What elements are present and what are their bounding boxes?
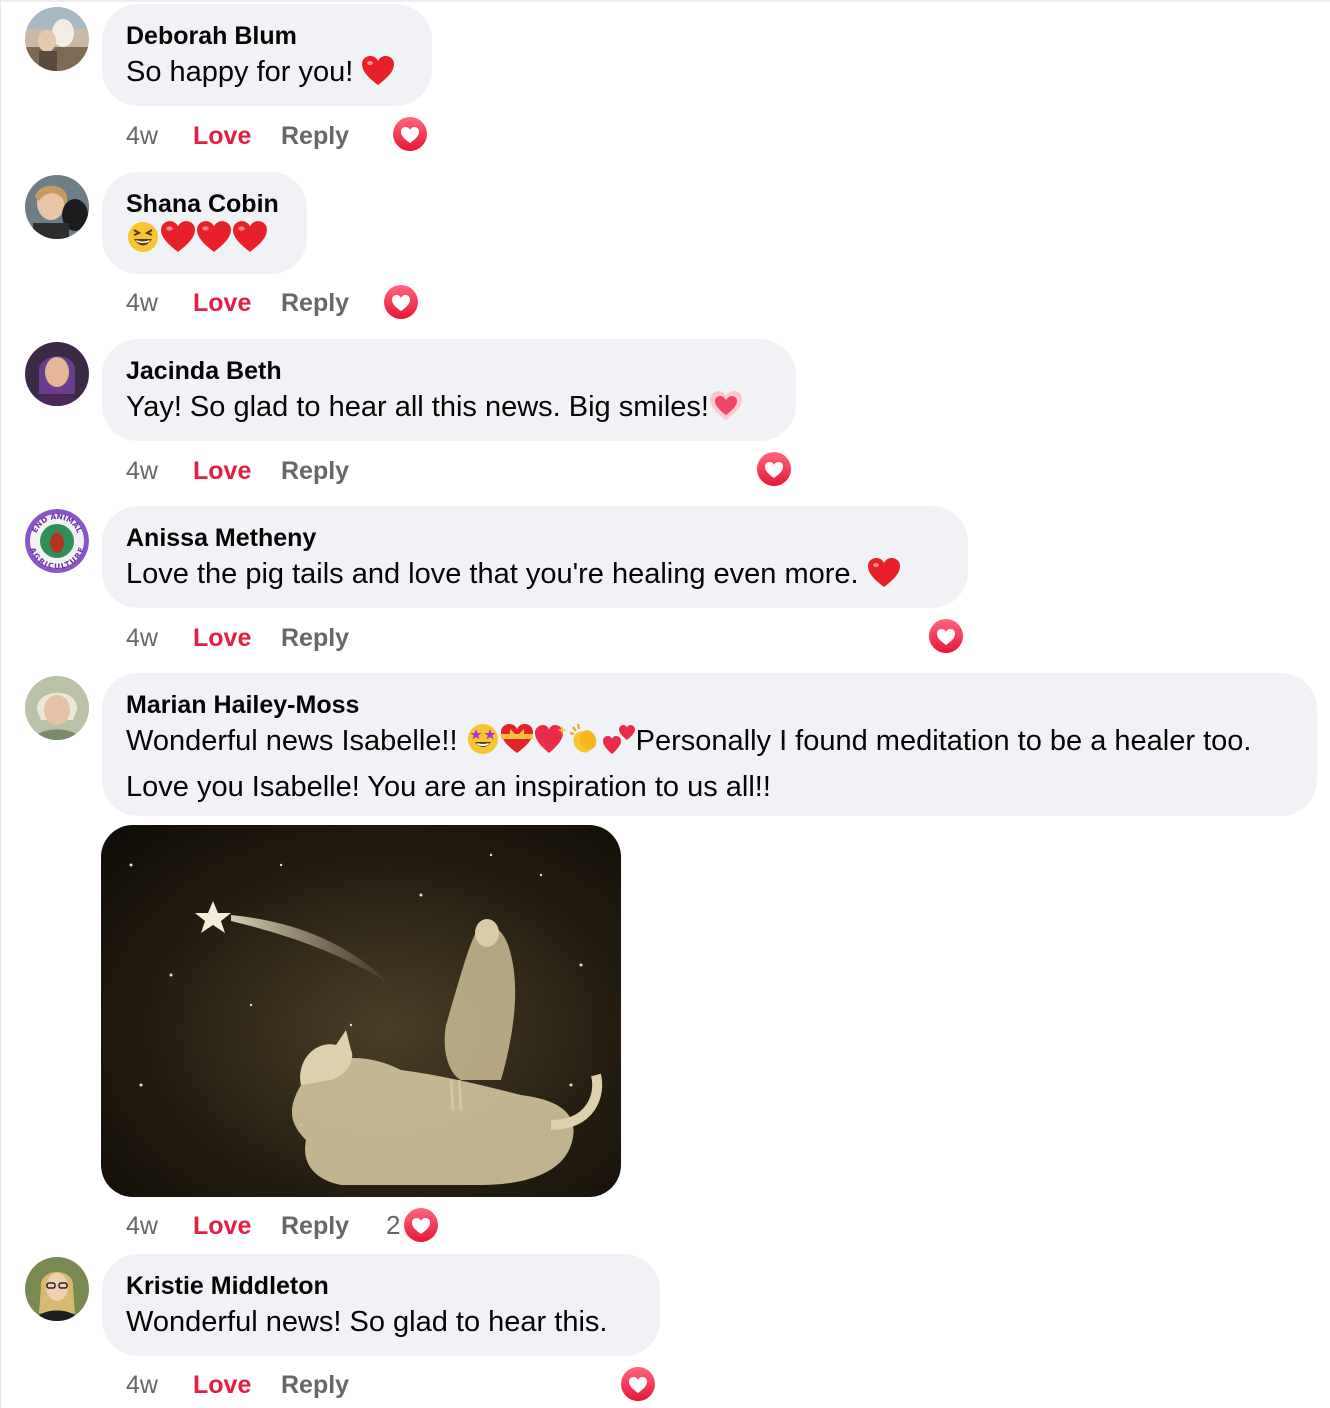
comment-text: Yay! So glad to hear all this news. Big … [126,387,772,433]
comment-time[interactable]: 4w [126,1212,193,1241]
love-button[interactable]: Love [193,624,281,653]
comment-actions: 4w Love Reply [126,618,349,658]
comment-author[interactable]: Kristie Middleton [126,1270,636,1302]
avatar-deborah-blum[interactable] [25,7,89,71]
comment-actions: 4w Love Reply [126,1206,349,1246]
comment-bubble: Jacinda Beth Yay! So glad to hear all th… [102,339,796,441]
reply-button[interactable]: Reply [281,457,349,486]
emoji-row [466,722,636,767]
heart-with-ribbon-emoji-icon [500,722,534,767]
laughing-face-emoji-icon [126,220,160,265]
comment-author[interactable]: Deborah Blum [126,20,408,52]
comment-bubble: Deborah Blum So happy for you! [102,4,432,106]
red-heart-emoji-icon [232,220,268,265]
reaction-count[interactable]: 2 [386,1210,400,1241]
comment-attachment-image[interactable] [101,825,621,1197]
sparkling-heart-emoji-icon [534,722,568,767]
left-edge-divider [0,0,1,1408]
heart-reaction-icon[interactable] [391,115,429,153]
red-heart-emoji-icon [867,557,901,600]
reply-button[interactable]: Reply [281,289,349,318]
comment-author[interactable]: Jacinda Beth [126,355,772,387]
comment-time[interactable]: 4w [126,289,193,318]
love-button[interactable]: Love [193,457,281,486]
reply-button[interactable]: Reply [281,122,349,151]
comment-actions: 4w Love Reply [126,116,349,156]
heart-reaction-icon[interactable] [619,1365,657,1403]
emoji-row [126,220,268,265]
reaction-summary[interactable]: 2 [386,1205,441,1245]
reaction-summary[interactable] [391,114,429,154]
avatar-kristie-middleton[interactable] [25,1257,89,1321]
comment-bubble: Anissa Metheny Love the pig tails and lo… [102,506,968,608]
growing-heart-emoji-icon [709,390,743,433]
top-divider [0,0,1330,2]
heart-reaction-icon[interactable] [402,1206,441,1244]
two-hearts-emoji-icon [602,722,636,767]
comment-text: Wonderful news Isabelle!! Personally I f… [126,721,1293,807]
red-heart-emoji-icon [196,220,232,265]
comment-bubble: Shana Cobin [102,172,307,274]
comment-actions: 4w Love Reply [126,1365,349,1405]
reply-button[interactable]: Reply [281,1371,349,1400]
comment-time[interactable]: 4w [126,457,193,486]
comment-text: Wonderful news! So glad to hear this. [126,1306,608,1338]
reply-button[interactable]: Reply [281,1212,349,1241]
love-button[interactable]: Love [193,289,281,318]
heart-reaction-icon[interactable] [755,450,793,488]
comment-text: Love the pig tails and love that you're … [126,554,944,600]
comment-time[interactable]: 4w [126,122,193,151]
reaction-summary[interactable] [755,449,793,489]
comment-text: So happy for you! [126,52,408,98]
reaction-summary[interactable] [927,616,965,656]
comment-time[interactable]: 4w [126,1371,193,1400]
reaction-summary[interactable] [619,1364,657,1404]
red-heart-emoji-icon [361,55,395,98]
heart-reaction-icon[interactable] [927,617,965,655]
love-button[interactable]: Love [193,1371,281,1400]
comment-actions: 4w Love Reply [126,283,349,323]
avatar-jacinda-beth[interactable] [25,342,89,406]
comment-author[interactable]: Marian Hailey-Moss [126,689,1293,721]
comment-author[interactable]: Anissa Metheny [126,522,944,554]
comment-author[interactable]: Shana Cobin [126,188,283,220]
comment-actions: 4w Love Reply [126,451,349,491]
avatar-shana-cobin[interactable] [25,175,89,239]
clapping-hands-emoji-icon [568,722,602,767]
comment-text [126,220,283,265]
star-struck-emoji-icon [466,722,500,767]
reaction-summary[interactable] [382,282,420,322]
love-button[interactable]: Love [193,122,281,151]
comment-bubble: Marian Hailey-Moss Wonderful news Isabel… [102,673,1317,816]
love-button[interactable]: Love [193,1212,281,1241]
avatar-marian-hailey-moss[interactable] [25,676,89,740]
reply-button[interactable]: Reply [281,624,349,653]
comment-time[interactable]: 4w [126,624,193,653]
avatar-anissa-metheny[interactable]: END ANIMAL AGRICULTURE [25,509,89,573]
heart-reaction-icon[interactable] [382,283,420,321]
red-heart-emoji-icon [160,220,196,265]
comment-bubble: Kristie Middleton Wonderful news! So gla… [102,1254,660,1356]
